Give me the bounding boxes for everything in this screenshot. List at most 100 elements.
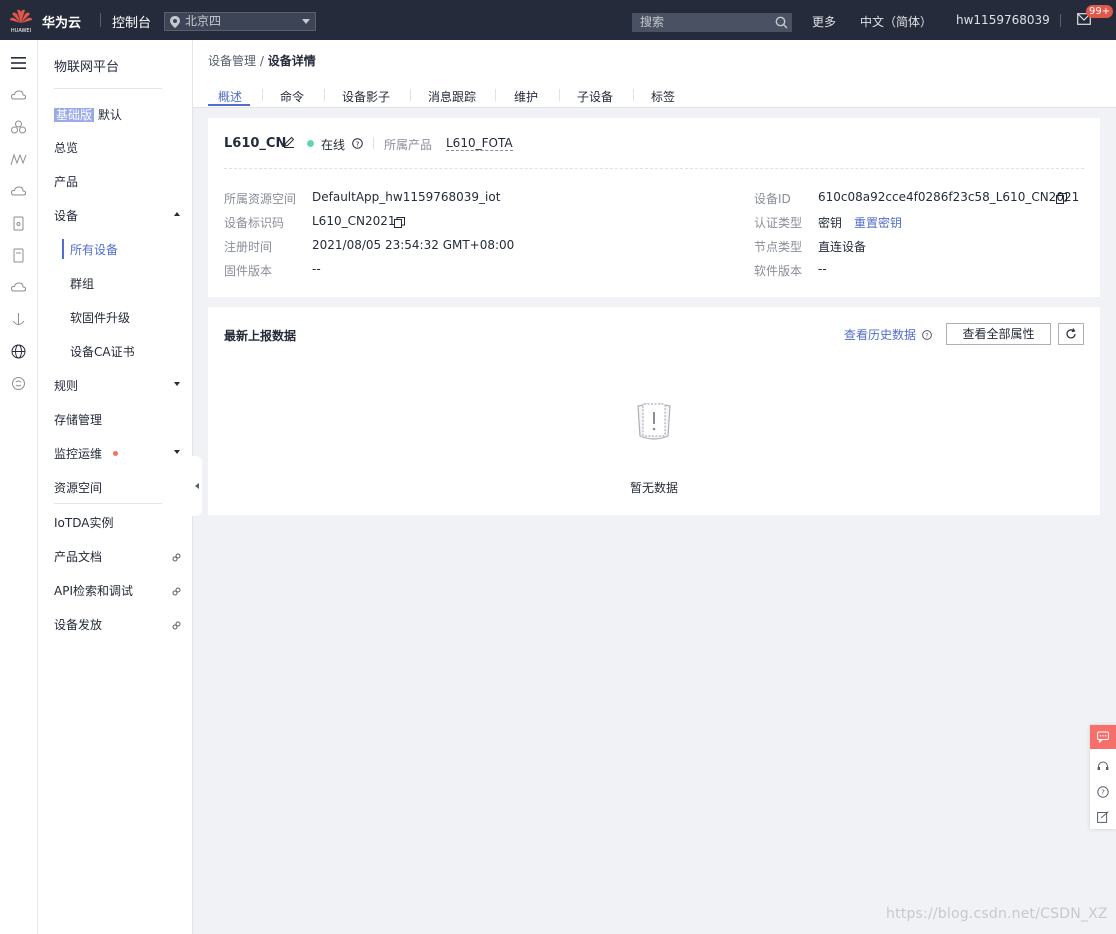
device-id-value: 610c08a92cce4f0286f23c58_L610_CN2021: [818, 190, 1080, 204]
history-data-link[interactable]: 查看历史数据: [844, 326, 916, 343]
huawei-logo[interactable]: HUAWEI: [8, 6, 34, 34]
sidebar-menu: 物联网平台 基础版 默认 总览 产品 设备 所有设备 群组 软固件升级 设备CA…: [38, 40, 193, 934]
storage-icon[interactable]: [10, 247, 27, 264]
notification-dot: [113, 451, 118, 456]
divider: [410, 89, 411, 101]
sidebar-title: 物联网平台: [54, 60, 120, 75]
cloud-icon[interactable]: [10, 183, 27, 200]
sidebar-item-device-ca[interactable]: 设备CA证书: [70, 343, 135, 360]
chat-button[interactable]: [1090, 725, 1116, 749]
divider: [224, 168, 1084, 169]
sidebar-item-api-explorer[interactable]: API检索和调试: [54, 582, 133, 599]
user-account[interactable]: hw1159768039: [956, 13, 1050, 27]
customer-service-icon[interactable]: [1097, 761, 1109, 773]
auth-type-label: 认证类型: [754, 216, 803, 230]
empty-state-icon: [637, 403, 671, 440]
edit-icon[interactable]: [283, 136, 295, 148]
chevron-left-icon: [195, 483, 199, 489]
product-label: 所属产品: [384, 138, 433, 152]
chevron-down-icon[interactable]: [174, 382, 180, 386]
language-selector[interactable]: 中文（简体）: [860, 13, 932, 30]
help-icon[interactable]: ?: [352, 138, 363, 149]
globe-icon[interactable]: [10, 343, 27, 360]
sidebar-item-devices[interactable]: 设备: [54, 207, 78, 224]
cloud-server-icon[interactable]: [10, 87, 27, 104]
product-link[interactable]: L610_FOTA: [446, 136, 513, 151]
external-link-icon: [172, 621, 181, 630]
feedback-icon[interactable]: [1097, 811, 1109, 823]
console-link[interactable]: 控制台: [112, 12, 151, 31]
breadcrumb-parent[interactable]: 设备管理: [208, 54, 256, 68]
sidebar-item-resource-space[interactable]: 资源空间: [54, 479, 102, 496]
divider: [373, 137, 374, 149]
node-type-label: 节点类型: [754, 240, 803, 254]
cloud-sync-icon[interactable]: [10, 279, 27, 296]
copy-icon[interactable]: [394, 217, 405, 228]
location-pin-icon: [170, 16, 180, 28]
search-placeholder: 搜索: [640, 15, 665, 29]
sidebar-item-overview[interactable]: 总览: [54, 139, 78, 156]
support-icon[interactable]: [10, 375, 27, 392]
sidebar-item-storage[interactable]: 存储管理: [54, 411, 102, 428]
sidebar-item-firmware-upgrade[interactable]: 软固件升级: [70, 309, 130, 326]
divider: [633, 89, 634, 101]
divider: [324, 89, 325, 101]
sidebar-item-iotda-instance[interactable]: IoTDA实例: [54, 514, 113, 531]
reset-key-link[interactable]: 重置密钥: [854, 214, 902, 231]
sidebar-collapse-handle[interactable]: [192, 456, 202, 516]
device-name: L610_CN: [224, 136, 287, 151]
cluster-icon[interactable]: [10, 119, 27, 136]
tab-maintenance[interactable]: 维护: [514, 88, 538, 105]
copy-icon[interactable]: [1056, 193, 1067, 204]
divider: [262, 89, 263, 101]
edition-selector[interactable]: 基础版 默认: [54, 106, 122, 123]
help-icon[interactable]: ?: [1097, 786, 1109, 798]
more-menu[interactable]: 更多: [812, 13, 836, 30]
section-title: 最新上报数据: [224, 329, 297, 343]
sidebar-item-all-devices[interactable]: 所有设备: [70, 241, 118, 258]
tab-child-devices[interactable]: 子设备: [577, 88, 613, 105]
search-icon[interactable]: [775, 16, 788, 29]
divider: [559, 89, 560, 101]
software-version-label: 软件版本: [754, 264, 803, 278]
region-selector[interactable]: 北京四: [164, 12, 316, 31]
view-all-properties-button[interactable]: 查看全部属性: [946, 323, 1051, 345]
breadcrumb-separator: /: [259, 54, 264, 68]
svg-text:?: ?: [1101, 789, 1105, 797]
chevron-down-icon[interactable]: [174, 450, 180, 454]
huawei-logo-icon: HUAWEI: [10, 9, 32, 34]
refresh-button[interactable]: [1058, 323, 1084, 345]
analytics-icon[interactable]: [10, 151, 27, 168]
sidebar-item-rules[interactable]: 规则: [54, 377, 78, 394]
help-icon[interactable]: ?: [922, 330, 932, 340]
tab-overview[interactable]: 概述: [218, 88, 242, 105]
chevron-up-icon[interactable]: [174, 212, 180, 216]
latest-data-card: 最新上报数据 查看历史数据 ? 查看全部属性 暂无数据: [208, 307, 1100, 515]
tab-message-trace[interactable]: 消息跟踪: [428, 88, 476, 105]
sidebar-item-products[interactable]: 产品: [54, 173, 78, 190]
sidebar-item-device-provisioning[interactable]: 设备发放: [54, 616, 102, 633]
software-version-value: --: [818, 262, 827, 276]
sidebar-item-monitoring[interactable]: 监控运维: [54, 445, 102, 462]
service-icon-rail: [0, 40, 38, 934]
auth-type-value: 密钥: [818, 216, 843, 230]
anchor-icon[interactable]: [10, 311, 27, 328]
empty-state-text: 暂无数据: [629, 481, 678, 495]
node-type-value: 直连设备: [818, 240, 867, 254]
refresh-icon: [1066, 328, 1076, 339]
brand-name[interactable]: 华为云: [42, 12, 81, 31]
search-input[interactable]: 搜索: [632, 13, 792, 32]
chat-icon: [1097, 731, 1109, 743]
firmware-version-label: 固件版本: [224, 264, 273, 278]
active-tab-indicator: [208, 104, 250, 106]
sidebar-item-groups[interactable]: 群组: [70, 275, 94, 292]
page-header: 设备管理 / 设备详情 概述 命令 设备影子 消息跟踪 维护 子设备 标签: [193, 40, 1116, 108]
tab-device-shadow[interactable]: 设备影子: [342, 88, 390, 105]
message-count-badge: 99+: [1086, 5, 1114, 18]
database-icon[interactable]: [10, 215, 27, 232]
tab-commands[interactable]: 命令: [280, 88, 304, 105]
sidebar-item-product-docs[interactable]: 产品文档: [54, 548, 102, 565]
tab-tags[interactable]: 标签: [651, 88, 675, 105]
online-status-dot: [307, 140, 314, 147]
menu-icon[interactable]: [11, 56, 26, 70]
